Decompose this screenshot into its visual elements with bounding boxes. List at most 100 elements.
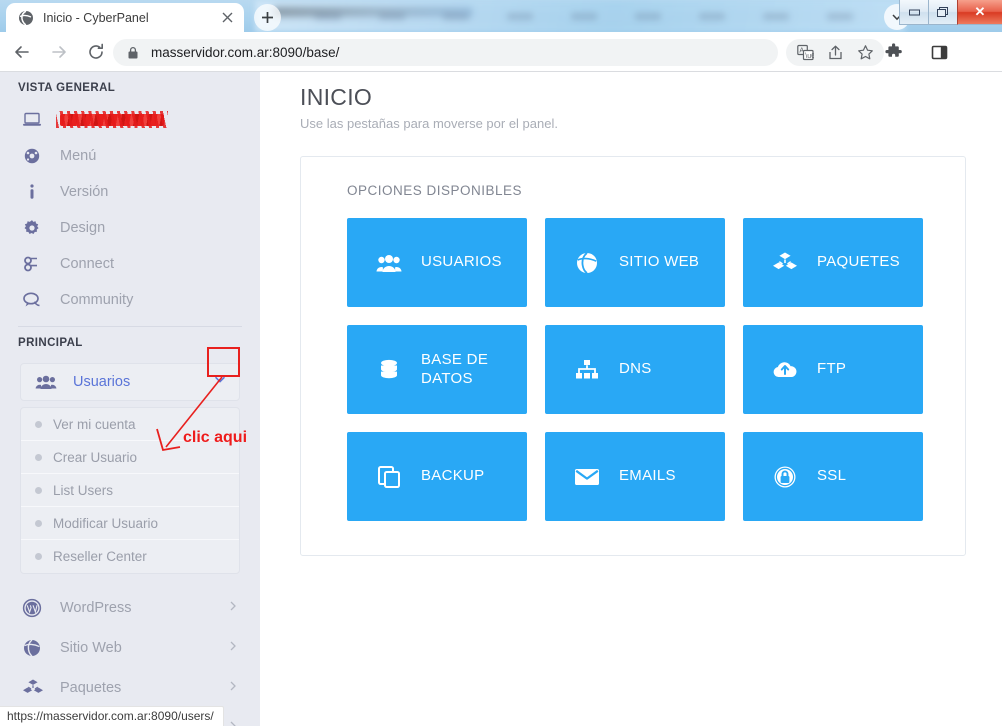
svg-text:\u6587: \u6587 xyxy=(805,53,814,60)
puzzle-icon[interactable] xyxy=(880,38,908,66)
translate-icon[interactable]: A \u6587 xyxy=(792,40,818,66)
sidebar-item-label: Connect xyxy=(60,256,115,272)
bullet-icon xyxy=(35,453,42,461)
copy-icon xyxy=(375,465,403,489)
sidebar-subitem-label: List Users xyxy=(53,482,114,498)
sidebar-subitem-label: Crear Usuario xyxy=(53,449,138,465)
star-icon[interactable] xyxy=(852,40,878,66)
tile-sitio-web[interactable]: SITIO WEB xyxy=(545,218,725,307)
sidebar-item-account-redacted[interactable] xyxy=(0,102,260,138)
window-minimize-button[interactable] xyxy=(899,0,928,25)
cloud-upload-icon xyxy=(771,359,799,381)
window-controls: ✕ xyxy=(899,0,1002,25)
tile-label: BACKUP xyxy=(421,467,485,485)
bullet-icon xyxy=(35,553,42,560)
sitemap-icon xyxy=(573,359,601,381)
info-icon xyxy=(22,183,48,201)
sidebar-item-label: Versión xyxy=(60,184,109,200)
window-restore-button[interactable] xyxy=(928,0,957,25)
tile-label: SITIO WEB xyxy=(619,253,700,271)
globe-icon xyxy=(22,638,48,658)
sidebar-subitem-ver-mi-cuenta[interactable]: Ver mi cuenta xyxy=(21,408,239,441)
sidebar-subitem-label: Reseller Center xyxy=(53,549,147,564)
back-button[interactable] xyxy=(7,37,37,67)
gear-icon xyxy=(22,219,48,237)
sidebar-item-label: Design xyxy=(60,220,106,236)
side-panel-icon[interactable] xyxy=(925,38,953,66)
bullet-icon xyxy=(35,486,42,494)
sidebar-item-menu[interactable]: Menú xyxy=(0,138,260,174)
tile-label: USUARIOS xyxy=(421,253,502,271)
tile-label: BASE DE DATOS xyxy=(421,350,489,387)
tile-dns[interactable]: DNS xyxy=(545,325,725,414)
laptop-icon xyxy=(22,111,48,129)
address-bar[interactable]: masservidor.com.ar:8090/base/ xyxy=(113,39,778,66)
sidebar-subitem-reseller-center[interactable]: Reseller Center xyxy=(21,540,239,573)
lock-shield-icon xyxy=(771,465,799,489)
tile-label: SSL xyxy=(817,467,847,485)
page-subtitle: Use las pestañas para moverse por el pan… xyxy=(300,116,558,131)
tile-ftp[interactable]: FTP xyxy=(743,325,923,414)
reload-button[interactable] xyxy=(81,37,111,67)
options-card: OPCIONES DISPONIBLES USUARIOS SITIO WEB … xyxy=(300,156,966,556)
sidebar-item-design[interactable]: Design xyxy=(0,210,260,246)
share-icon[interactable] xyxy=(822,40,848,66)
tile-paquetes[interactable]: PAQUETES xyxy=(743,218,923,307)
browser-toolbar: masservidor.com.ar:8090/base/ A \u6587 xyxy=(0,32,1002,91)
packages-icon xyxy=(771,251,799,275)
packages-icon xyxy=(22,678,48,698)
tile-ssl[interactable]: SSL xyxy=(743,432,923,521)
envelope-icon xyxy=(573,467,601,487)
blurred-background-tabs xyxy=(255,0,905,32)
sidebar-item-wordpress[interactable]: WordPress xyxy=(0,588,260,628)
chevron-right-icon xyxy=(228,680,238,696)
users-icon xyxy=(35,373,61,391)
sidebar-item-paquetes[interactable]: Paquetes xyxy=(0,668,260,708)
sidebar-item-label: Menú xyxy=(60,148,97,164)
new-tab-button[interactable] xyxy=(254,4,281,31)
sidebar-subitem-list-users[interactable]: List Users xyxy=(21,474,239,507)
sidebar-item-sitio-web[interactable]: Sitio Web xyxy=(0,628,260,668)
tile-label: FTP xyxy=(817,360,847,378)
chat-icon xyxy=(22,291,48,309)
tile-emails[interactable]: EMAILS xyxy=(545,432,725,521)
sidebar-item-usuarios[interactable]: Usuarios xyxy=(20,363,240,401)
users-icon xyxy=(375,252,403,274)
sidebar-section-principal: PRINCIPAL xyxy=(18,337,83,349)
tile-label: DNS xyxy=(619,360,652,378)
card-title: OPCIONES DISPONIBLES xyxy=(347,183,523,198)
tile-backup[interactable]: BACKUP xyxy=(347,432,527,521)
sidebar-submenu-usuarios: Ver mi cuenta Crear Usuario List Users M… xyxy=(20,407,240,574)
sidebar-item-label: Usuarios xyxy=(73,374,131,390)
sidebar-subitem-modificar-usuario[interactable]: Modificar Usuario xyxy=(21,507,239,540)
sidebar-item-community[interactable]: Community xyxy=(0,282,260,318)
redacted-account-name xyxy=(56,111,168,128)
wordpress-icon xyxy=(22,598,48,618)
sidebar-subitem-label: Ver mi cuenta xyxy=(53,416,136,432)
main-content: INICIO Use las pestañas para moverse por… xyxy=(260,72,1002,726)
dashboard-icon xyxy=(22,147,48,165)
window-close-button[interactable]: ✕ xyxy=(957,0,1002,25)
window-close-label: ✕ xyxy=(974,4,986,19)
tile-base-de-datos[interactable]: BASE DE DATOS xyxy=(347,325,527,414)
address-bar-url: masservidor.com.ar:8090/base/ xyxy=(151,45,340,60)
forward-button[interactable] xyxy=(44,37,74,67)
chevron-down-icon[interactable] xyxy=(213,373,227,392)
sidebar-item-version[interactable]: Versión xyxy=(0,174,260,210)
browser-tab-strip: Inicio - CyberPanel ✕ xyxy=(0,0,1002,32)
sidebar: VISTA GENERAL Menú Versión Design Connec… xyxy=(0,72,260,726)
globe-icon xyxy=(573,251,601,275)
chevron-right-icon xyxy=(228,600,238,616)
status-bar-url: https://masservidor.com.ar:8090/users/ xyxy=(0,706,224,726)
browser-tab-active[interactable]: Inicio - CyberPanel xyxy=(6,3,244,32)
bullet-icon xyxy=(35,420,42,428)
lock-icon xyxy=(127,46,139,60)
sidebar-item-label: Sitio Web xyxy=(60,640,122,656)
tile-usuarios[interactable]: USUARIOS xyxy=(347,218,527,307)
sidebar-subitem-label: Modificar Usuario xyxy=(53,515,159,531)
tile-label: EMAILS xyxy=(619,467,676,485)
sidebar-item-connect[interactable]: Connect xyxy=(0,246,260,282)
close-icon[interactable] xyxy=(218,9,236,27)
browser-tab-title: Inicio - CyberPanel xyxy=(43,10,149,25)
sidebar-subitem-crear-usuario[interactable]: Crear Usuario xyxy=(21,441,239,474)
